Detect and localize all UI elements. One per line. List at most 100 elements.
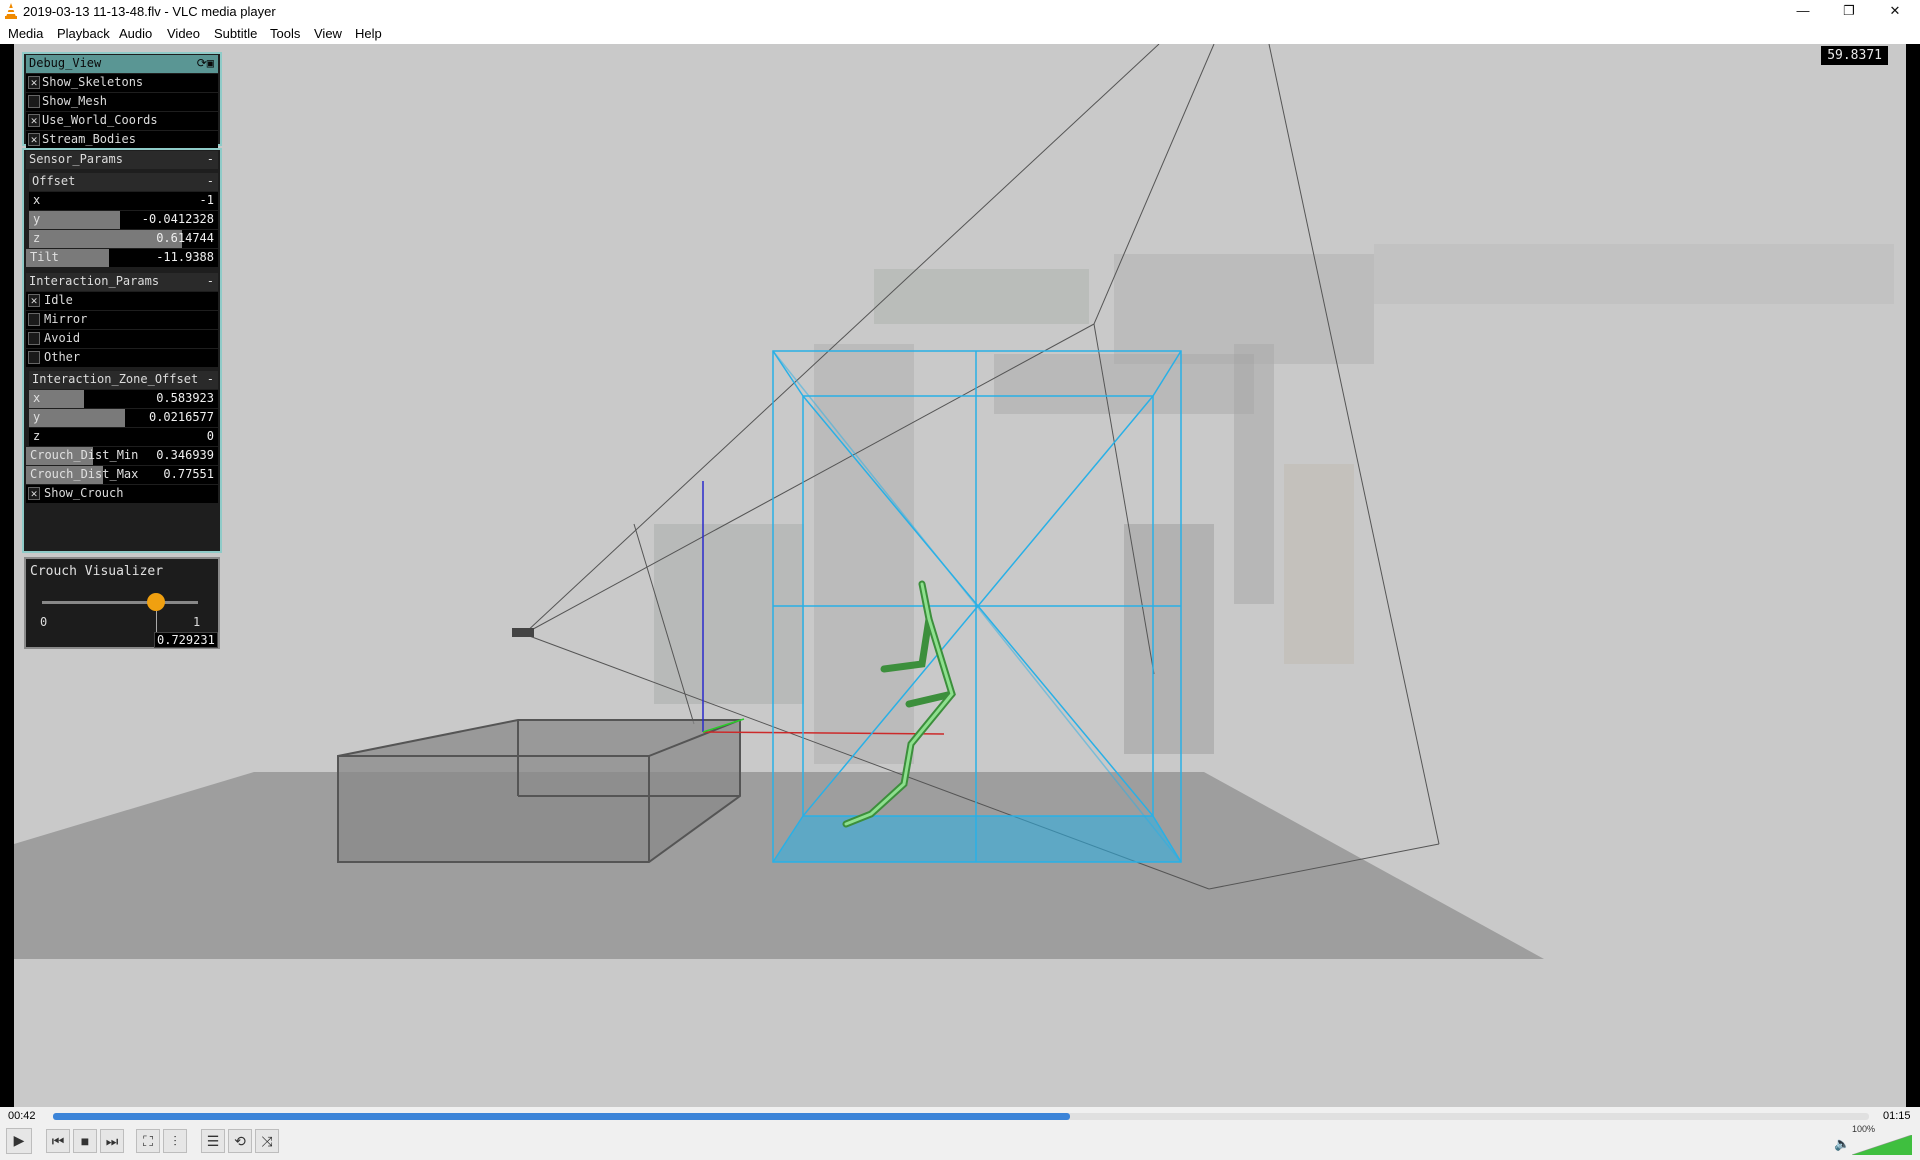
- slider-zone-z[interactable]: z 0: [29, 428, 218, 446]
- video-area[interactable]: 59.8371 Debug_View ⟳▣ ✕ Show_Skeletons S…: [0, 44, 1920, 1107]
- slider-crouch-dist-min[interactable]: Crouch_Dist_Min 0.346939: [26, 447, 218, 465]
- collapse-icon[interactable]: -: [207, 152, 214, 166]
- next-button[interactable]: ⏭: [100, 1129, 124, 1153]
- debug-view-panel: Debug_View ⟳▣ ✕ Show_Skeletons Show_Mesh…: [22, 52, 222, 149]
- menu-view[interactable]: View: [314, 26, 342, 41]
- playback-controls: 00:42 01:15 ▶ ⏮ ■ ⏭ ⛶ ⫶ ☰ ⟲ ⤨ 🔈 100%: [0, 1107, 1920, 1160]
- vlc-cone-icon: [5, 3, 17, 19]
- crouch-min-label: 0: [40, 615, 48, 629]
- radio-other[interactable]: Other: [26, 349, 218, 367]
- params-panel: Sensor_Params - Offset - x -1 y -0.04123…: [22, 148, 222, 553]
- slider-offset-y[interactable]: y -0.0412328: [29, 211, 218, 229]
- menu-bar: Media Playback Audio Video Subtitle Tool…: [0, 23, 1920, 44]
- toggle-show-crouch[interactable]: ✕ Show_Crouch: [26, 485, 218, 503]
- shuffle-icon: ⤨: [261, 1133, 273, 1149]
- fullscreen-button[interactable]: ⛶: [136, 1129, 160, 1153]
- scene-render: [14, 44, 1894, 959]
- toggle-show-mesh[interactable]: Show_Mesh: [26, 93, 218, 111]
- slider-tilt[interactable]: Tilt -11.9388: [26, 249, 218, 267]
- volume-slider[interactable]: [1852, 1135, 1912, 1155]
- loop-button[interactable]: ⟲: [228, 1129, 252, 1153]
- total-time: 01:15: [1883, 1110, 1911, 1122]
- fullscreen-icon: ⛶: [143, 1133, 153, 1149]
- slider-offset-x[interactable]: x -1: [29, 192, 218, 210]
- title-bar: 2019-03-13 11-13-48.flv - VLC media play…: [0, 0, 1920, 23]
- slider-fill: [29, 409, 126, 427]
- zone-floor: [773, 816, 1181, 862]
- zone-offset-header[interactable]: Interaction_Zone_Offset -: [29, 371, 218, 389]
- menu-audio[interactable]: Audio: [119, 26, 152, 41]
- slider-zone-y[interactable]: y 0.0216577: [29, 409, 218, 427]
- next-icon: ⏭: [105, 1133, 119, 1149]
- toggle-use-world-coords[interactable]: ✕ Use_World_Coords: [26, 112, 218, 130]
- volume-control[interactable]: 🔈 100%: [1834, 1124, 1914, 1157]
- slider-fill: [29, 211, 120, 229]
- interaction-params-header[interactable]: Interaction_Params -: [26, 273, 218, 291]
- volume-percent: 100%: [1852, 1124, 1876, 1134]
- slider-offset-z[interactable]: z 0.614744: [29, 230, 218, 248]
- sensor-model: [512, 628, 534, 637]
- crouch-level-handle: [146, 593, 165, 611]
- crouch-max-label: 1: [193, 615, 201, 629]
- radio-avoid[interactable]: Avoid: [26, 330, 218, 348]
- seek-bar-fill: [53, 1113, 1070, 1120]
- menu-video[interactable]: Video: [167, 26, 200, 41]
- playlist-button[interactable]: ☰: [201, 1129, 225, 1153]
- stop-icon: ■: [80, 1133, 90, 1149]
- extended-settings-button[interactable]: ⫶: [163, 1129, 187, 1153]
- collapse-icon[interactable]: -: [207, 372, 214, 386]
- seek-bar[interactable]: [53, 1113, 1869, 1120]
- debug-view-title: Debug_View: [29, 56, 102, 70]
- slider-zone-x[interactable]: x 0.583923: [29, 390, 218, 408]
- checkbox-checked-icon[interactable]: ✕: [28, 487, 40, 500]
- toggle-show-skeletons[interactable]: ✕ Show_Skeletons: [26, 74, 218, 92]
- fps-counter: 59.8371: [1821, 46, 1888, 65]
- restore-button[interactable]: ❐: [1826, 0, 1872, 23]
- video-frame-3d-scene: 59.8371: [14, 44, 1906, 1107]
- grey-box: [337, 719, 741, 863]
- playlist-icon: ☰: [206, 1133, 220, 1149]
- sensor-params-header[interactable]: Sensor_Params -: [26, 151, 218, 169]
- window-title: 2019-03-13 11-13-48.flv - VLC media play…: [23, 4, 276, 19]
- toggle-stream-bodies[interactable]: ✕ Stream_Bodies: [26, 131, 218, 149]
- crouch-value-label: 0.729231: [154, 632, 218, 648]
- extended-settings-icon: ⫶: [173, 1133, 177, 1149]
- floor-plane: [14, 772, 1544, 959]
- minimize-button[interactable]: —: [1780, 0, 1826, 23]
- collapse-icon[interactable]: -: [207, 274, 214, 288]
- checkbox-checked-icon[interactable]: ✕: [28, 114, 40, 127]
- speaker-icon[interactable]: 🔈: [1834, 1136, 1850, 1152]
- crouch-visualizer-title: Crouch Visualizer: [30, 564, 164, 579]
- menu-playback[interactable]: Playback: [57, 26, 110, 41]
- stop-button[interactable]: ■: [73, 1129, 97, 1153]
- radio-idle[interactable]: ✕ Idle: [26, 292, 218, 310]
- refresh-save-icon[interactable]: ⟳▣: [197, 56, 214, 70]
- checkbox-unchecked-icon[interactable]: [28, 351, 40, 364]
- crouch-track: [42, 601, 198, 604]
- menu-help[interactable]: Help: [355, 26, 382, 41]
- previous-button[interactable]: ⏮: [46, 1129, 70, 1153]
- radio-mirror[interactable]: Mirror: [26, 311, 218, 329]
- checkbox-unchecked-icon[interactable]: [28, 95, 40, 108]
- loop-icon: ⟲: [234, 1133, 246, 1149]
- collapse-icon[interactable]: -: [207, 174, 214, 188]
- checkbox-checked-icon[interactable]: ✕: [28, 133, 40, 146]
- play-button[interactable]: ▶: [6, 1128, 32, 1154]
- slider-crouch-dist-max[interactable]: Crouch_Dist_Max 0.77551: [26, 466, 218, 484]
- checkbox-checked-icon[interactable]: ✕: [28, 76, 40, 89]
- menu-subtitle[interactable]: Subtitle: [214, 26, 257, 41]
- crouch-visualizer: Crouch Visualizer 0 1 0.729231: [24, 557, 220, 649]
- debug-view-header[interactable]: Debug_View ⟳▣: [26, 55, 218, 73]
- point-cloud: [654, 244, 1894, 764]
- checkbox-unchecked-icon[interactable]: [28, 332, 40, 345]
- menu-tools[interactable]: Tools: [270, 26, 300, 41]
- previous-icon: ⏮: [51, 1133, 65, 1149]
- checkbox-unchecked-icon[interactable]: [28, 313, 40, 326]
- offset-header[interactable]: Offset -: [29, 173, 218, 191]
- play-icon: ▶: [13, 1132, 25, 1148]
- close-button[interactable]: ✕: [1872, 0, 1918, 23]
- shuffle-button[interactable]: ⤨: [255, 1129, 279, 1153]
- checkbox-checked-icon[interactable]: ✕: [28, 294, 40, 307]
- elapsed-time: 00:42: [8, 1110, 36, 1122]
- menu-media[interactable]: Media: [8, 26, 43, 41]
